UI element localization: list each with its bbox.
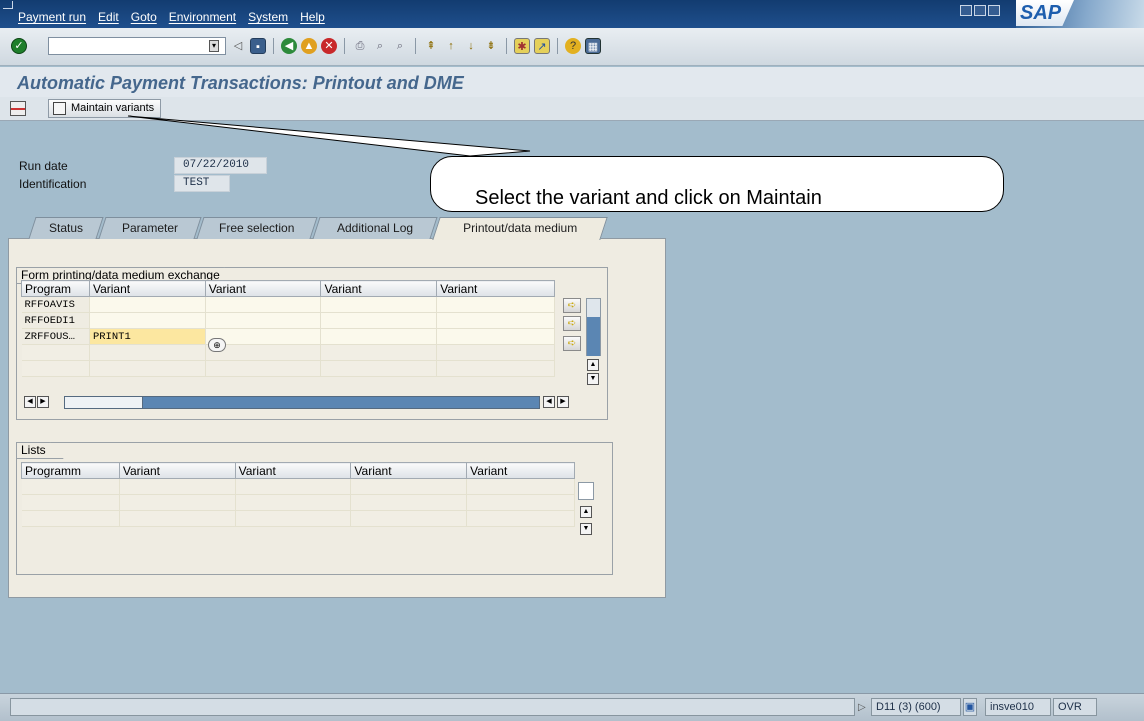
column-header-variant[interactable]: Variant [234,462,352,479]
column-header-variant[interactable]: Variant [436,280,555,297]
form-table-horizontal-scrollbar[interactable] [64,396,540,409]
table-row [21,478,575,495]
server-name: insve010 [985,698,1051,716]
form-table-vertical-scrollbar[interactable] [586,298,601,356]
form-printing-table: Program Variant Variant Variant Variant … [21,280,555,377]
row-detail-arrow-icon[interactable]: ➪ [563,336,581,351]
variant-cell-selected[interactable]: PRINT1 [89,328,206,345]
program-cell: ZRFFOUS… [21,328,90,345]
program-cell: RFFOAVIS [21,296,90,313]
scroll-up-icon[interactable]: ▲ [587,359,599,371]
system-info[interactable]: D11 (3) (600) [871,698,961,716]
scroll-down-icon[interactable]: ▼ [580,523,592,535]
column-header-variant[interactable]: Variant [350,462,468,479]
column-header-variant[interactable]: Variant [204,280,322,297]
variant-cell[interactable] [436,296,555,313]
table-row [21,344,555,361]
table-row [21,510,575,527]
server-info-icon[interactable]: ▣ [963,698,977,716]
tab-status[interactable]: Status [28,217,104,239]
variant-cell[interactable] [436,312,555,329]
lists-table-vertical-scrollbar[interactable] [578,482,594,500]
variant-cell[interactable] [320,296,438,313]
scroll-left-icon[interactable]: ◀ [543,396,555,408]
variant-cell[interactable] [205,296,322,313]
column-header-variant[interactable]: Variant [320,280,438,297]
row-detail-arrow-icon[interactable]: ➪ [563,316,581,331]
lists-table: Programm Variant Variant Variant Variant [21,462,575,527]
tab-printout-data-medium[interactable]: Printout/data medium [432,217,608,240]
status-bar: ▷ D11 (3) (600) ▣ insve010 OVR [0,693,1144,721]
lists-group-title: Lists [16,442,64,459]
scroll-down-icon[interactable]: ▼ [587,373,599,385]
callout-bubble: Select the variant and click on Maintain [430,156,1004,212]
table-row: RFFOAVIS [21,296,555,313]
tab-free-selection[interactable]: Free selection [196,217,318,239]
status-message-area [10,698,855,716]
column-header-variant[interactable]: Variant [118,462,236,479]
column-header-variant[interactable]: Variant [466,462,575,479]
scroll-left-icon[interactable]: ◀ [24,396,36,408]
column-header-program[interactable]: Program [21,280,90,297]
variant-cell[interactable] [320,312,438,329]
value-help-icon[interactable]: ⊕ [208,338,226,352]
scroll-up-icon[interactable]: ▲ [580,506,592,518]
variant-cell[interactable] [436,328,555,345]
variant-cell[interactable] [89,312,206,329]
tab-additional-log[interactable]: Additional Log [312,217,438,239]
variant-cell[interactable] [89,296,206,313]
scroll-right-icon[interactable]: ▶ [557,396,569,408]
status-expand-icon[interactable]: ▷ [858,702,866,713]
input-mode[interactable]: OVR [1053,698,1097,716]
column-header-programm[interactable]: Programm [21,462,120,479]
callout-text: Select the variant and click on Maintain [475,187,822,209]
table-row: ZRFFOUS… PRINT1 [21,328,555,345]
table-header-row: Programm Variant Variant Variant Variant [21,462,575,479]
row-detail-arrow-icon[interactable]: ➪ [563,298,581,313]
table-header-row: Program Variant Variant Variant Variant [21,280,555,297]
variant-cell[interactable] [205,312,322,329]
program-cell: RFFOEDI1 [21,312,90,329]
variant-cell[interactable] [320,328,438,345]
table-row [21,360,555,377]
table-row: RFFOEDI1 [21,312,555,329]
scroll-right-icon[interactable]: ▶ [37,396,49,408]
column-header-variant[interactable]: Variant [88,280,206,297]
table-row [21,494,575,511]
tab-parameter[interactable]: Parameter [98,217,202,239]
